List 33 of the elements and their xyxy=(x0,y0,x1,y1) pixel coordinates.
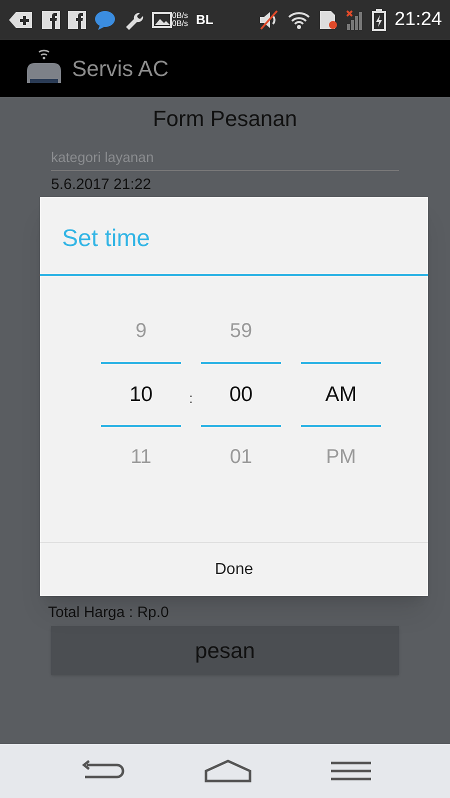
network-speed: 0B/s xyxy=(172,20,188,28)
picker-option[interactable]: 11 xyxy=(130,442,152,472)
menu-icon[interactable] xyxy=(330,761,371,781)
sim-card-icon xyxy=(318,10,338,30)
picker-value[interactable]: 00 xyxy=(229,378,253,410)
dialog-title: Set time xyxy=(61,224,152,254)
status-label: BL xyxy=(196,11,214,30)
picker-option[interactable]: 01 xyxy=(230,442,252,472)
done-button[interactable]: Done xyxy=(40,543,428,596)
picker-value[interactable]: AM xyxy=(325,378,357,410)
picker-value[interactable]: 10 xyxy=(129,378,153,410)
app-title: Servis AC xyxy=(72,55,169,83)
signal-icon xyxy=(346,10,364,30)
plus-icon xyxy=(8,10,34,30)
battery-icon xyxy=(372,9,386,31)
picker-option[interactable]: PM xyxy=(326,442,356,472)
mute-icon xyxy=(258,10,280,30)
total-price: Total Harga : Rp.0 xyxy=(48,602,170,622)
network-speed: 0B/s xyxy=(172,12,188,20)
wrench-icon xyxy=(124,10,144,30)
chat-bubble-icon xyxy=(94,10,116,30)
home-icon[interactable] xyxy=(204,759,252,783)
form-heading: Form Pesanan xyxy=(152,105,298,133)
datetime-value: 5.6.2017 21:22 xyxy=(51,175,152,195)
time-separator: : xyxy=(189,389,193,408)
picker-option[interactable]: 59 xyxy=(230,316,252,346)
facebook-icon xyxy=(42,11,60,29)
wifi-icon xyxy=(288,11,310,29)
picker-option[interactable]: 9 xyxy=(135,316,147,346)
facebook-icon xyxy=(68,11,86,29)
clock-time: 21:24 xyxy=(394,8,442,32)
order-button[interactable]: pesan xyxy=(51,626,399,675)
image-icon xyxy=(152,11,172,29)
